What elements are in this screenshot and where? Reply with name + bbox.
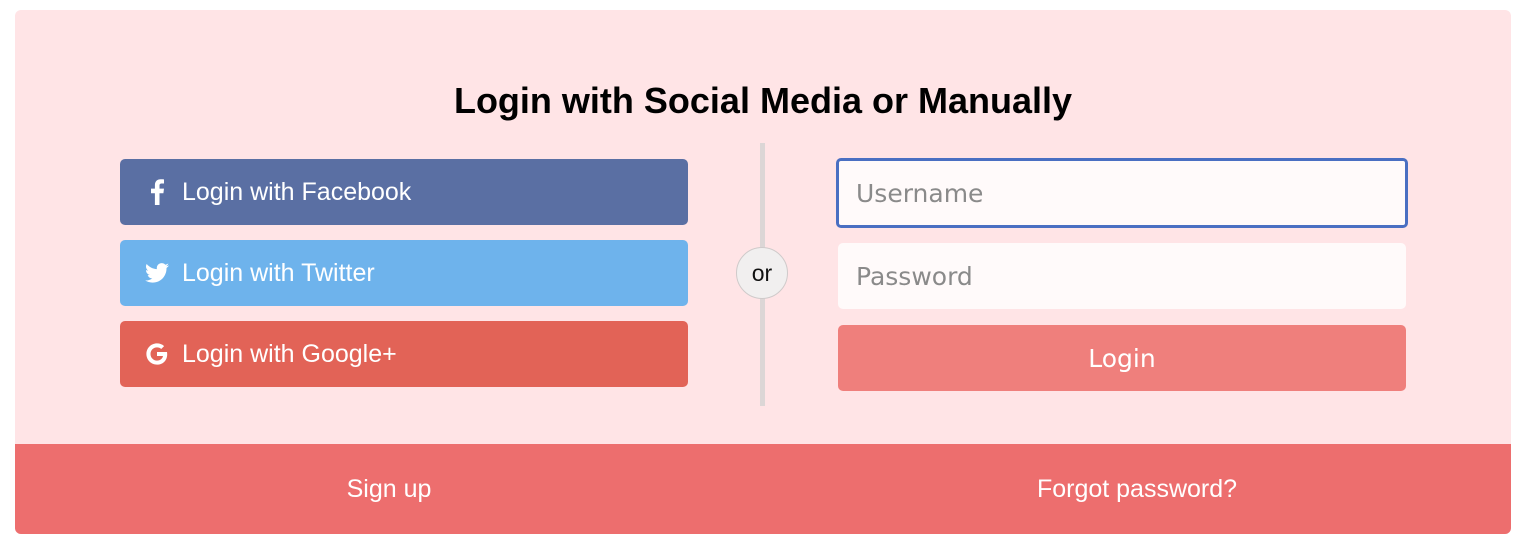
username-input[interactable] xyxy=(836,158,1408,228)
login-card: Login with Social Media or Manually Logi… xyxy=(15,10,1511,534)
twitter-icon xyxy=(144,260,170,286)
google-login-label: Login with Google+ xyxy=(182,339,397,368)
password-input[interactable] xyxy=(838,243,1406,309)
facebook-login-button[interactable]: Login with Facebook xyxy=(120,159,688,225)
signup-link[interactable]: Sign up xyxy=(15,444,763,534)
login-button[interactable]: Login xyxy=(838,325,1406,391)
facebook-icon xyxy=(144,179,170,205)
twitter-login-button[interactable]: Login with Twitter xyxy=(120,240,688,306)
page-title: Login with Social Media or Manually xyxy=(453,80,1073,121)
facebook-login-label: Login with Facebook xyxy=(182,177,412,206)
footer-bar: Sign up Forgot password? xyxy=(15,444,1511,534)
google-icon xyxy=(144,341,170,367)
or-separator: or xyxy=(736,247,788,299)
google-login-button[interactable]: Login with Google+ xyxy=(120,321,688,387)
twitter-login-label: Login with Twitter xyxy=(182,258,375,287)
forgot-password-link[interactable]: Forgot password? xyxy=(763,444,1511,534)
